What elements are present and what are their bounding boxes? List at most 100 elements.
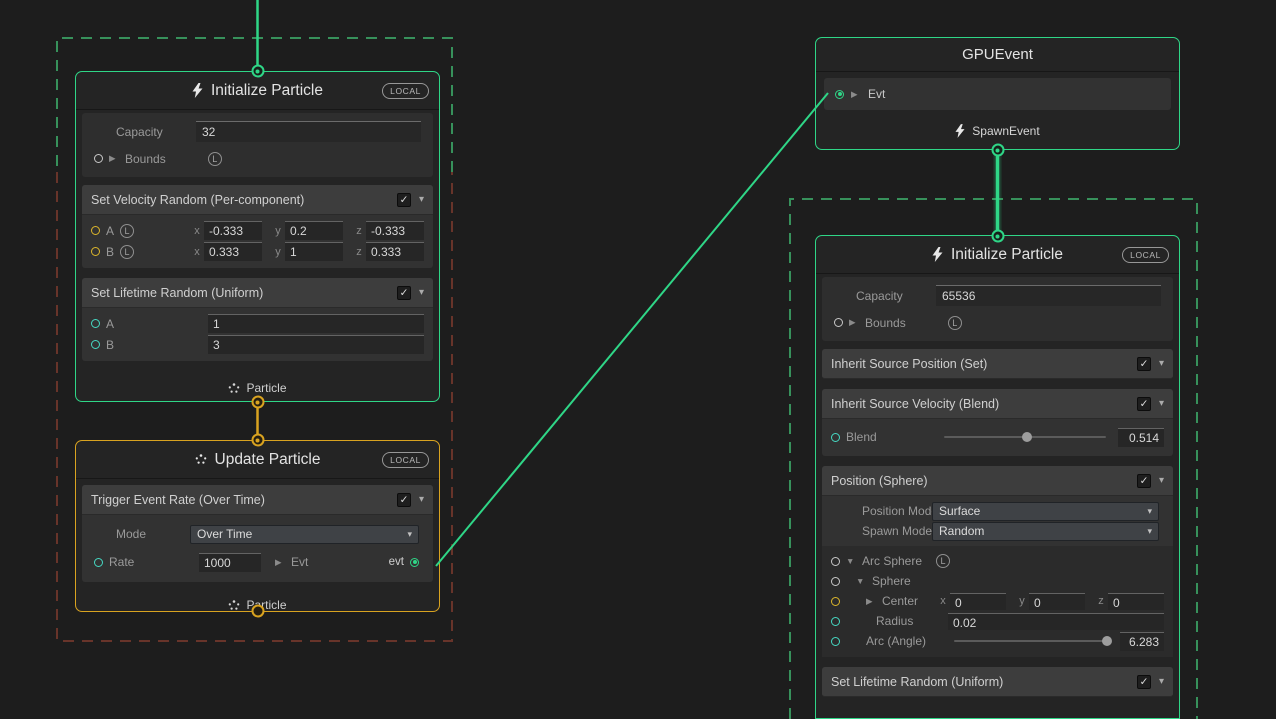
evt-label: Evt [868, 87, 885, 101]
rate-port[interactable] [94, 558, 103, 567]
collapse-chevron-icon[interactable]: ▾ [1159, 398, 1164, 409]
foldout-closed-icon[interactable]: ▶ [109, 153, 119, 164]
node-header[interactable]: GPUEvent [816, 38, 1179, 72]
local-space-badge[interactable]: L [208, 152, 222, 166]
capacity-field[interactable]: 65536 [936, 285, 1161, 306]
flow-output-port-initialize-left[interactable] [251, 396, 264, 409]
radius-port[interactable] [831, 617, 840, 626]
flow-output-port-gpuevent[interactable] [991, 144, 1004, 157]
center-x-field[interactable]: 0 [950, 593, 1006, 610]
block-enabled-checkbox[interactable]: ✓ [397, 286, 411, 300]
mode-dropdown[interactable]: Over Time ▾ [190, 525, 419, 544]
vector3-port-b[interactable] [91, 247, 100, 256]
float-port-b[interactable] [91, 340, 100, 349]
blend-value-field[interactable]: 0.514 [1118, 428, 1164, 447]
particle-icon [195, 454, 207, 465]
block-header[interactable]: Inherit Source Position (Set) ✓ ▾ [822, 349, 1173, 379]
axis-z-label: z [355, 225, 363, 237]
node-header[interactable]: Update Particle LOCAL [76, 441, 439, 479]
blend-slider-knob[interactable] [1022, 432, 1032, 442]
block-enabled-checkbox[interactable]: ✓ [1137, 474, 1151, 488]
block-header[interactable]: Inherit Source Velocity (Blend) ✓ ▾ [822, 389, 1173, 419]
bounds-port[interactable] [834, 318, 843, 327]
foldout-closed-icon[interactable]: ▶ [851, 89, 861, 100]
node-initialize-particle-left[interactable]: Initialize Particle LOCAL Capacity 32 ▶ … [75, 71, 440, 402]
vector3-port-a[interactable] [91, 226, 100, 235]
flow-input-port-initialize-left[interactable] [251, 65, 264, 78]
center-port[interactable] [831, 597, 840, 606]
space-badge-local[interactable]: LOCAL [382, 83, 429, 99]
block-header[interactable]: Set Velocity Random (Per-component) ✓ ▾ [82, 185, 433, 215]
block-header[interactable]: Set Lifetime Random (Uniform) ✓ ▾ [82, 278, 433, 308]
arc-angle-port[interactable] [831, 637, 840, 646]
foldout-open-icon[interactable]: ▼ [846, 576, 866, 586]
x-field[interactable]: 0.333 [204, 242, 262, 261]
flow-input-port-update[interactable] [251, 434, 264, 447]
spawn-mode-dropdown[interactable]: Random ▾ [932, 522, 1159, 541]
block-enabled-checkbox[interactable]: ✓ [397, 493, 411, 507]
collapse-chevron-icon[interactable]: ▾ [419, 287, 424, 298]
collapse-chevron-icon[interactable]: ▾ [419, 494, 424, 505]
local-space-badge[interactable]: L [120, 224, 134, 238]
arc-angle-value-field[interactable]: 6.283 [1120, 632, 1164, 651]
block-enabled-checkbox[interactable]: ✓ [1137, 397, 1151, 411]
edge-evt-to-gpuevent[interactable] [436, 93, 828, 566]
node-initialize-particle-right[interactable]: Initialize Particle LOCAL Capacity 65536… [815, 235, 1180, 719]
foldout-open-icon[interactable]: ▼ [846, 556, 856, 566]
foldout-closed-icon[interactable]: ▶ [846, 596, 876, 607]
block-enabled-checkbox[interactable]: ✓ [1137, 357, 1151, 371]
node-header[interactable]: Initialize Particle LOCAL [76, 72, 439, 110]
radius-field[interactable]: 0.02 [948, 613, 1164, 630]
foldout-closed-icon[interactable]: ▶ [275, 557, 285, 568]
float-port-a[interactable] [91, 319, 100, 328]
block-enabled-checkbox[interactable]: ✓ [1137, 675, 1151, 689]
center-z-field[interactable]: 0 [1108, 593, 1164, 610]
block-enabled-checkbox[interactable]: ✓ [397, 193, 411, 207]
position-mode-row: Position Mode Surface ▾ [822, 501, 1173, 521]
y-field[interactable]: 0.2 [285, 221, 343, 240]
collapse-chevron-icon[interactable]: ▾ [1159, 475, 1164, 486]
local-space-badge[interactable]: L [120, 245, 134, 259]
collapse-chevron-icon[interactable]: ▾ [419, 194, 424, 205]
check-icon: ✓ [400, 194, 409, 206]
space-badge-local[interactable]: LOCAL [382, 452, 429, 468]
position-mode-dropdown[interactable]: Surface ▾ [932, 502, 1159, 521]
arc-angle-slider[interactable] [954, 640, 1108, 642]
y-field[interactable]: 1 [285, 242, 343, 261]
x-field[interactable]: -0.333 [204, 221, 262, 240]
collapse-chevron-icon[interactable]: ▾ [1159, 358, 1164, 369]
node-update-particle[interactable]: Update Particle LOCAL Trigger Event Rate… [75, 440, 440, 612]
sphere-port[interactable] [831, 577, 840, 586]
flow-input-port-initialize-right[interactable] [991, 230, 1004, 243]
collapse-chevron-icon[interactable]: ▾ [1159, 676, 1164, 687]
block-header[interactable]: Set Lifetime Random (Uniform) ✓ ▾ [822, 667, 1173, 697]
block-header[interactable]: Position (Sphere) ✓ ▾ [822, 466, 1173, 496]
center-y-field[interactable]: 0 [1029, 593, 1085, 610]
dropdown-caret-icon: ▾ [407, 529, 412, 540]
local-space-badge[interactable]: L [948, 316, 962, 330]
vfx-graph-canvas[interactable]: Initialize Particle LOCAL Capacity 32 ▶ … [0, 0, 1276, 719]
blend-slider[interactable] [944, 436, 1106, 438]
arc-sphere-port[interactable] [831, 557, 840, 566]
flow-output-port-update[interactable] [251, 605, 264, 618]
arc-angle-slider-knob[interactable] [1102, 636, 1112, 646]
capacity-field[interactable]: 32 [196, 121, 421, 142]
rate-field[interactable]: 1000 [199, 553, 261, 572]
z-field[interactable]: -0.333 [366, 221, 424, 240]
space-badge-local[interactable]: LOCAL [1122, 247, 1169, 263]
local-space-badge[interactable]: L [936, 554, 950, 568]
value-field[interactable]: 1 [208, 314, 424, 333]
block-inherit-source-position: Inherit Source Position (Set) ✓ ▾ [822, 349, 1173, 379]
bounds-port[interactable] [94, 154, 103, 163]
evt-output-port[interactable] [410, 558, 419, 567]
evt-input-port[interactable] [835, 90, 844, 99]
evt-label: Evt [291, 555, 308, 569]
rate-row: Rate 1000 ▶ Evt evt [82, 548, 433, 576]
blend-port[interactable] [831, 433, 840, 442]
node-gpu-event[interactable]: GPUEvent ▶ Evt SpawnEvent [815, 37, 1180, 150]
block-inherit-source-velocity: Inherit Source Velocity (Blend) ✓ ▾ Blen… [822, 389, 1173, 456]
block-header[interactable]: Trigger Event Rate (Over Time) ✓ ▾ [82, 485, 433, 515]
foldout-closed-icon[interactable]: ▶ [849, 317, 859, 328]
z-field[interactable]: 0.333 [366, 242, 424, 261]
value-field[interactable]: 3 [208, 335, 424, 354]
